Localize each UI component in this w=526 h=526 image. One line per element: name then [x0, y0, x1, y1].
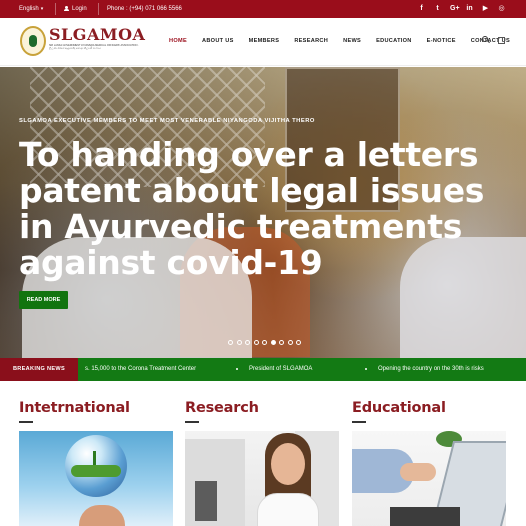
divider — [98, 3, 99, 15]
main-nav: HOME ABOUT US MEMBERS RESEARCH NEWS EDUC… — [169, 38, 510, 44]
site-header: SLGAMOA SRI LANKA GOVERNMENT AYURVEDA ME… — [0, 18, 526, 66]
keyboard-illustration — [390, 507, 460, 526]
breaking-news-item[interactable]: Opening the country on the 30th is risks — [378, 366, 484, 372]
nav-news[interactable]: NEWS — [343, 38, 361, 44]
emblem-icon — [20, 26, 46, 56]
section-image[interactable] — [19, 431, 173, 526]
hero-kicker: SLGAMOA EXECUTIVE MEMBERS TO MEET MOST V… — [19, 118, 315, 124]
nav-research[interactable]: RESEARCH — [294, 38, 328, 44]
login-label: Login — [72, 6, 87, 12]
breaking-news-label: BREAKING NEWS — [0, 358, 78, 381]
hand-illustration — [79, 505, 125, 526]
phone-number: Phone : (+94) 071 066 5566 — [107, 6, 182, 12]
instagram-icon[interactable]: ◎ — [498, 4, 505, 13]
slider-dot[interactable] — [296, 340, 301, 345]
section-image[interactable] — [352, 431, 506, 526]
divider — [55, 3, 56, 15]
search-icon[interactable] — [482, 36, 489, 43]
brand-subtitle: SRI LANKA GOVERNMENT AYURVEDA MEDICAL OF… — [49, 44, 139, 51]
section-title[interactable]: Research — [185, 400, 339, 416]
social-links: f t G+ in ▶ ◎ — [418, 4, 505, 13]
slider-dot[interactable] — [236, 340, 242, 345]
language-selector[interactable]: English ▾ — [19, 6, 43, 12]
nav-education[interactable]: EDUCATION — [376, 38, 412, 44]
title-underline — [19, 421, 33, 423]
brand-name: SLGAMOA — [49, 25, 146, 44]
slider-dot[interactable] — [287, 340, 293, 345]
section-international: Intetrnational — [19, 400, 173, 526]
researcher-face — [271, 443, 305, 485]
slider-dot[interactable] — [279, 340, 284, 345]
top-bar: English ▾ Login Phone : (+94) 071 066 556… — [0, 0, 526, 18]
grass-illustration — [71, 465, 121, 477]
slider-dot[interactable] — [228, 340, 233, 345]
read-more-button[interactable]: READ MORE — [19, 291, 68, 309]
language-label: English — [19, 6, 39, 12]
twitter-icon[interactable]: t — [434, 4, 441, 13]
microscope-illustration — [195, 481, 217, 521]
slider-dots — [228, 340, 301, 345]
section-title[interactable]: Intetrnational — [19, 400, 173, 416]
slider-dot[interactable] — [262, 340, 267, 345]
hero-slider: SLGAMOA EXECUTIVE MEMBERS TO MEET MOST V… — [0, 67, 526, 358]
slider-dot[interactable] — [245, 340, 250, 345]
header-icons — [482, 36, 505, 44]
bullet-icon — [365, 368, 367, 370]
site-logo[interactable]: SLGAMOA SRI LANKA GOVERNMENT AYURVEDA ME… — [20, 24, 145, 60]
hand-illustration — [400, 463, 436, 481]
google-plus-icon[interactable]: G+ — [450, 4, 460, 13]
login-link[interactable]: Login — [64, 6, 87, 12]
nav-e-notice[interactable]: E-NOTICE — [427, 38, 456, 44]
menu-icon[interactable] — [497, 36, 505, 44]
section-research: Research — [185, 400, 339, 526]
caret-down-icon: ▾ — [40, 6, 44, 12]
section-title[interactable]: Educational — [352, 400, 506, 416]
nav-members[interactable]: MEMBERS — [249, 38, 280, 44]
linkedin-icon[interactable]: in — [466, 4, 473, 13]
facebook-icon[interactable]: f — [418, 4, 425, 13]
section-educational: Educational — [352, 400, 506, 526]
nav-home[interactable]: HOME — [169, 38, 187, 44]
title-underline — [185, 421, 199, 423]
user-icon — [64, 6, 69, 11]
youtube-icon[interactable]: ▶ — [482, 4, 489, 13]
hero-headline[interactable]: To handing over a letters patent about l… — [19, 137, 499, 281]
bullet-icon — [236, 368, 238, 370]
title-underline — [352, 421, 366, 423]
breaking-news-item[interactable]: President of SLGAMOA — [249, 366, 312, 372]
breaking-news-bar: BREAKING NEWS s. 15,000 to the Corona Tr… — [0, 358, 526, 381]
breaking-news-item[interactable]: s. 15,000 to the Corona Treatment Center — [85, 366, 196, 372]
slider-dot-active[interactable] — [270, 340, 276, 345]
researcher-coat — [257, 493, 319, 526]
nav-about-us[interactable]: ABOUT US — [202, 38, 234, 44]
slider-dot[interactable] — [253, 340, 259, 345]
section-image[interactable] — [185, 431, 339, 526]
